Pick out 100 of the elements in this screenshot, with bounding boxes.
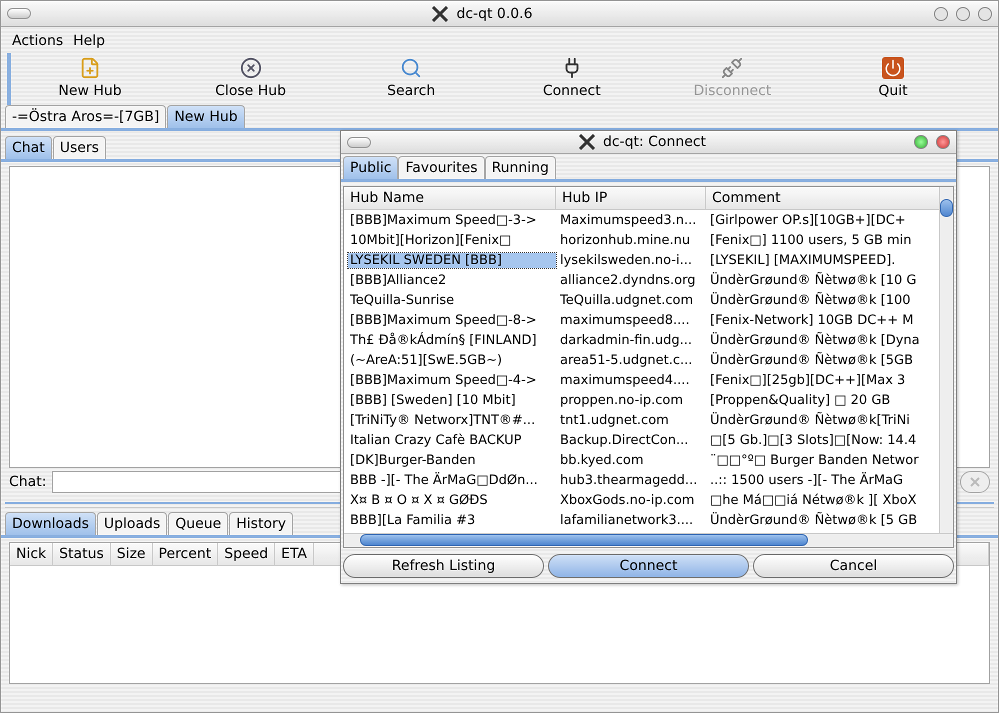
toolbar-button[interactable]: Search	[356, 55, 466, 103]
hub-comment: □he Má□□iá Nétwø®k ][ XboX	[710, 492, 916, 508]
hub-row[interactable]: [BBB]Maximum Speed□-3-> Maximumspeed3.n... [Girlpower OP.s][10GB+][DC+	[344, 210, 939, 230]
send-button[interactable]	[960, 471, 990, 493]
hub-ip: horizonhub.mine.nu	[560, 232, 690, 248]
hub-ip: tnt1.udgnet.com	[560, 412, 669, 428]
dialog-tab[interactable]: Favourites	[398, 156, 485, 179]
transfer-tab[interactable]: Downloads	[5, 512, 96, 535]
column-header[interactable]: Size	[110, 543, 153, 566]
dialog-tab[interactable]: Running	[484, 156, 556, 179]
column-header[interactable]: Hub IP	[556, 187, 706, 210]
column-header[interactable]: Hub Name	[344, 187, 556, 210]
hub-name: LYSEKIL SWEDEN [BBB]	[348, 252, 556, 268]
transfer-tab[interactable]: History	[229, 512, 294, 535]
window-button[interactable]	[934, 6, 948, 20]
hub-tab[interactable]: New Hub	[167, 105, 245, 128]
window-menu-button[interactable]	[347, 136, 371, 148]
hub-ip: proppen.no-ip.com	[560, 392, 684, 408]
hub-name: [DK]Burger-Banden	[349, 452, 477, 468]
hub-ip: darkadmin-fin.udg...	[560, 332, 692, 348]
window-menu-button[interactable]	[7, 8, 31, 19]
column-header[interactable]: Percent	[152, 543, 218, 566]
hub-ip: maximumspeed8....	[560, 312, 690, 328]
hub-comment: ÜndèrGrøund® Ñètwø®k [5 GB	[710, 512, 918, 528]
hub-name: [BBB]Maximum Speed□-4->	[349, 372, 538, 388]
chat-tab[interactable]: Users	[52, 136, 106, 159]
hub-name: BBB][La Familia #3	[349, 512, 476, 528]
hub-comment: ¨□□°º□ Burger Banden Networ	[710, 452, 919, 468]
column-header[interactable]: Status	[53, 543, 111, 566]
menu-item[interactable]: Help	[73, 33, 106, 49]
dialog-button[interactable]: Refresh Listing	[343, 554, 544, 578]
transfer-tab[interactable]: Queue	[168, 512, 228, 535]
dialog-tab[interactable]: Public	[343, 156, 398, 179]
hub-ip: TeQuilla.udgnet.com	[560, 292, 694, 308]
window-title: dc-qt 0.0.6	[456, 6, 533, 22]
hub-comment: ÜndèrGrøund® Ñètwø®k [5GB	[710, 352, 913, 368]
hub-name: Italian Crazy Cafè BACKUP	[349, 432, 522, 448]
hub-row[interactable]: [DK]Burger-Banden bb.kyed.com ¨□□°º□ Burger Banden Networ	[344, 450, 939, 470]
power-icon	[882, 57, 904, 79]
hub-comment: ÜndèrGrøund® Ñètwø®k[TriNi	[710, 412, 910, 428]
toolbar-button[interactable]: Close Hub	[196, 55, 306, 103]
hub-comment: ..:: 1500 users -][- The ÄrMaG	[710, 472, 904, 488]
close-button[interactable]	[936, 135, 950, 149]
hub-comment: [LYSEKIL] [MAXIMUMSPEED].	[710, 252, 896, 268]
hub-comment: ÜndèrGrøund® Ñètwø®k [100	[710, 292, 911, 308]
transfer-tab[interactable]: Uploads	[96, 512, 168, 535]
hub-row[interactable]: (~AreA:51][SwE.5GB~) area51-5.udgnet.c... ÜndèrGrøund® Ñètwø®k [5GB	[344, 350, 939, 370]
hub-name: X¤ B ¤ O ¤ X ¤ GØĐS	[349, 492, 489, 508]
hub-name: TeQuilla-Sunrise	[349, 292, 456, 308]
horizontal-scrollbar[interactable]	[344, 533, 953, 547]
x-logo-icon	[432, 6, 448, 22]
close-icon	[240, 57, 262, 79]
hub-row[interactable]: [TriNiTy® Networx]TNT®#... tnt1.udgnet.com ÜndèrGrøund® Ñètwø®k[TriNi	[344, 410, 939, 430]
maximize-button[interactable]	[914, 135, 928, 149]
hub-tab[interactable]: -=Östra Aros=-[7GB]	[5, 105, 166, 128]
hub-name: [BBB]Maximum Speed□-8->	[349, 312, 538, 328]
column-header[interactable]: ETA	[275, 543, 314, 566]
hub-row[interactable]: X¤ B ¤ O ¤ X ¤ GØĐS XboxGods.no-ip.com □he Má□□iá Nétwø®k ][ XboX	[344, 490, 939, 510]
toolbar-button[interactable]: Connect	[516, 55, 627, 103]
column-header[interactable]: Nick	[10, 543, 54, 566]
x-logo-icon	[578, 134, 595, 150]
window-button[interactable]	[978, 6, 992, 20]
hub-row[interactable]: Th£ Đå®kÁdmín§ [FINLAND] darkadmin-fin.udg... ÜndèrGrøund® Ñètwø®k [Dyna	[344, 330, 939, 350]
dialog-title: dc-qt: Connect	[602, 134, 706, 150]
hub-ip: lafamilianetwork3....	[560, 512, 694, 528]
chat-tab[interactable]: Chat	[5, 136, 52, 159]
x-icon	[970, 477, 980, 487]
window-button[interactable]	[956, 6, 970, 20]
hub-ip: XboxGods.no-ip.com	[560, 492, 694, 508]
vertical-scrollbar[interactable]	[939, 187, 953, 533]
hub-row[interactable]: Italian Crazy Cafè BACKUP Backup.DirectCon... □[5 Gb.]□[3 Slots]□[Now: 14.4	[344, 430, 939, 450]
hub-row[interactable]: TeQuilla-Sunrise TeQuilla.udgnet.com ÜndèrGrøund® Ñètwø®k [100	[344, 290, 939, 310]
hub-row[interactable]: 10Mbit][Horizon][Fenix□ horizonhub.mine.nu [Fenix□] 1100 users, 5 GB min	[344, 230, 939, 250]
hub-row[interactable]: BBB -][- The ÄrMaG□DdØn... hub3.thearmagedd... ..:: 1500 users -][- The ÄrMaG	[344, 470, 939, 490]
hub-name: [BBB]Maximum Speed□-3->	[349, 212, 538, 228]
hub-row[interactable]: BBB][La Familia #3 lafamilianetwork3.... ÜndèrGrøund® Ñètwø®k [5 GB	[344, 510, 939, 530]
hub-row[interactable]: [BBB] [Sweden] [10 Mbit] proppen.no-ip.com [Proppen&Quality] □ 20 GB	[344, 390, 939, 410]
hub-ip: alliance2.dyndns.org	[560, 272, 696, 288]
hub-name: BBB -][- The ÄrMaG□DdØn...	[349, 472, 539, 488]
hub-row[interactable]: LYSEKIL SWEDEN [BBB] lysekilsweden.no-i... [LYSEKIL] [MAXIMUMSPEED].	[344, 250, 939, 270]
hub-row[interactable]: [BBB]Alliance2 alliance2.dyndns.org ÜndèrGrøund® Ñètwø®k [10 G	[344, 270, 939, 290]
dialog-button[interactable]: Cancel	[753, 554, 954, 578]
toolbar-button[interactable]: Quit	[838, 55, 948, 103]
hub-row[interactable]: [BBB]Maximum Speed□-8-> maximumspeed8.... [Fenix-Network] 10GB DC++ M	[344, 310, 939, 330]
menu-item[interactable]: Actions	[12, 33, 64, 49]
unplugged-icon	[721, 57, 744, 79]
hub-ip: area51-5.udgnet.c...	[560, 352, 692, 368]
hub-ip: hub3.thearmagedd...	[560, 472, 698, 488]
dialog-button[interactable]: Connect	[548, 554, 749, 578]
column-header[interactable]: Comment	[706, 187, 939, 210]
new-document-icon	[79, 57, 101, 79]
hub-name: [BBB]Alliance2	[349, 272, 448, 288]
hub-name: (~AreA:51][SwE.5GB~)	[349, 352, 504, 368]
column-header[interactable]: Speed	[218, 543, 276, 566]
hub-comment: ÜndèrGrøund® Ñètwø®k [10 G	[710, 272, 916, 288]
hub-row[interactable]: [BBB]Maximum Speed□-4-> maximumspeed4.... [Fenix□][25gb][DC++][Max 3	[344, 370, 939, 390]
toolbar-button[interactable]: New Hub	[35, 55, 145, 103]
hub-name: [BBB] [Sweden] [10 Mbit]	[349, 392, 517, 408]
hub-comment: [Proppen&Quality] □ 20 GB	[710, 392, 890, 408]
hub-comment: □[5 Gb.]□[3 Slots]□[Now: 14.4	[710, 432, 916, 448]
